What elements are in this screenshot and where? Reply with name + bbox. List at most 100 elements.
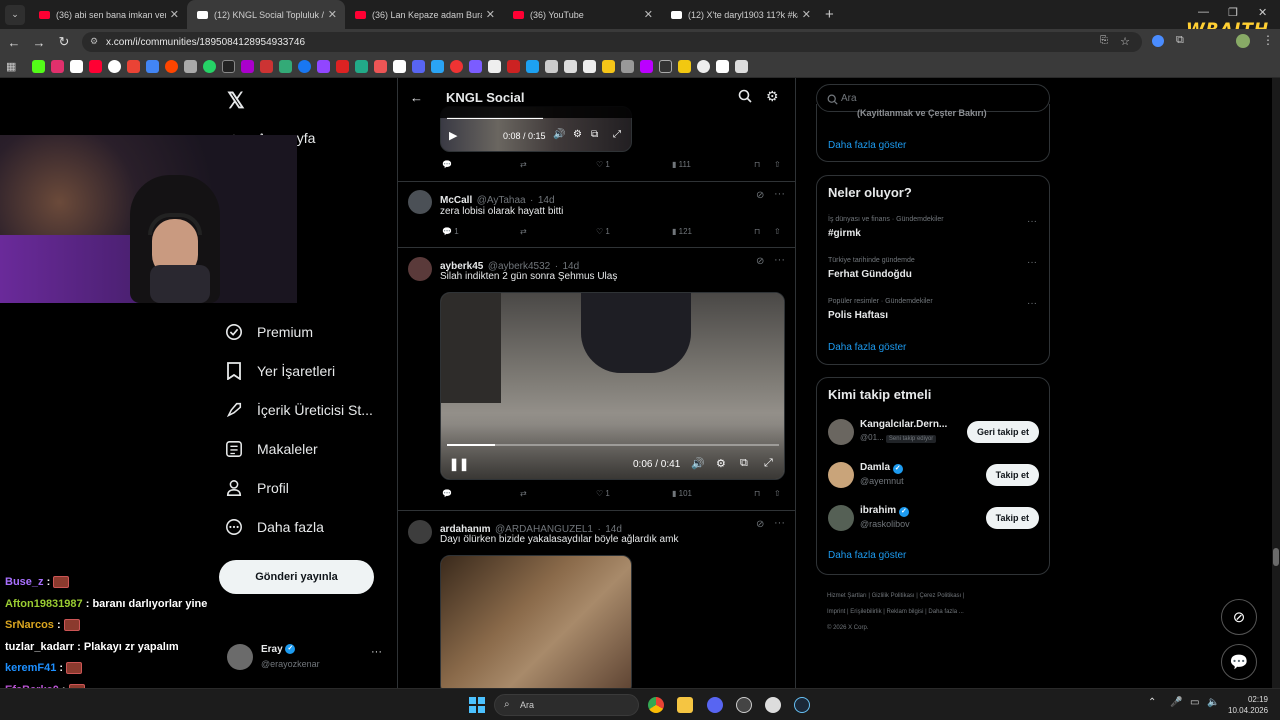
bookmark-site-icon[interactable]: [640, 59, 654, 73]
bookmark-site-icon[interactable]: [602, 59, 616, 73]
page-scrollbar[interactable]: [1272, 78, 1280, 688]
bookmark-site-icon[interactable]: [526, 59, 540, 73]
reply-icon[interactable]: 💬: [442, 160, 452, 169]
tab-close-icon[interactable]: ✕: [644, 8, 653, 21]
like-button[interactable]: ♡ 1: [596, 227, 610, 236]
bookmark-site-icon[interactable]: [488, 59, 502, 73]
views-count[interactable]: ▮ 111: [672, 160, 691, 169]
bookmark-icon[interactable]: ⊓: [754, 160, 760, 169]
site-info-icon[interactable]: ⚙: [90, 36, 98, 47]
bookmark-discord-icon[interactable]: [412, 59, 426, 73]
bookmark-site-icon[interactable]: [469, 59, 483, 73]
share-icon[interactable]: ⇧: [774, 227, 781, 236]
chat-username[interactable]: SrNarcos: [5, 619, 54, 631]
show-more-link[interactable]: Daha fazla göster: [828, 140, 906, 151]
back-arrow-icon[interactable]: ←: [410, 90, 423, 105]
network-icon[interactable]: ▭: [1190, 697, 1199, 708]
trend-more-icon[interactable]: ···: [1027, 298, 1037, 309]
nav-item-more[interactable]: Daha fazla: [223, 517, 324, 537]
fullscreen-icon[interactable]: ⤢: [764, 457, 773, 470]
bookmark-site-icon[interactable]: [241, 59, 255, 73]
bookmark-site-icon[interactable]: [393, 59, 407, 73]
share-icon[interactable]: ⇧: [774, 489, 781, 498]
forward-icon[interactable]: →: [28, 35, 50, 50]
browser-tab[interactable]: (12) KNGL Social Topluluk / ✕: [187, 0, 345, 29]
nav-item-creator-studio[interactable]: İçerik Üreticisi St...: [223, 400, 373, 420]
footer-link[interactable]: Çerez Politikası: [920, 593, 962, 599]
footer-link[interactable]: Daha fazla ...: [928, 609, 963, 615]
bookmark-gmail-icon[interactable]: [127, 59, 141, 73]
minimize-icon[interactable]: —: [1198, 6, 1209, 18]
bookmark-site-icon[interactable]: [507, 59, 521, 73]
bookmark-facebook-icon[interactable]: [298, 59, 312, 73]
post-more-icon[interactable]: ···: [774, 188, 785, 200]
close-window-icon[interactable]: ✕: [1258, 6, 1267, 19]
avatar[interactable]: [408, 190, 432, 214]
bookmark-site-icon[interactable]: [716, 59, 730, 73]
bookmark-site-icon[interactable]: [583, 59, 597, 73]
browser-tab[interactable]: (36) YouTube ✕: [503, 0, 661, 29]
grok-button[interactable]: ⊘: [1221, 599, 1257, 635]
post-image[interactable]: [440, 555, 632, 688]
pause-icon[interactable]: ❚❚: [449, 457, 469, 471]
new-tab-button[interactable]: +: [825, 6, 834, 23]
chat-username[interactable]: Afton19831987: [5, 598, 83, 610]
avatar[interactable]: [408, 257, 432, 281]
bookmark-drive-icon[interactable]: [146, 59, 160, 73]
bookmark-site-icon[interactable]: [336, 59, 350, 73]
search-icon[interactable]: [738, 89, 752, 108]
grok-icon[interactable]: ⊘: [756, 519, 764, 530]
microphone-icon[interactable]: 🎤: [1170, 697, 1182, 708]
video-settings-icon[interactable]: ⚙: [716, 457, 726, 470]
nav-item-premium[interactable]: Premium: [223, 322, 313, 342]
bookmark-site-icon[interactable]: [279, 59, 293, 73]
repost-icon[interactable]: ⇄: [520, 489, 527, 498]
start-menu-icon[interactable]: [469, 697, 485, 713]
bookmark-icon[interactable]: ⊓: [754, 489, 760, 498]
chat-username[interactable]: tuzlar_kadarr: [5, 641, 74, 653]
bookmark-icon[interactable]: ⊓: [754, 227, 760, 236]
video-progress[interactable]: [447, 444, 496, 446]
bookmark-site-icon[interactable]: [184, 59, 198, 73]
x-logo-icon[interactable]: 𝕏: [227, 88, 245, 114]
share-icon[interactable]: ⇧: [774, 160, 781, 169]
follow-back-button[interactable]: Geri takip et: [966, 421, 1039, 443]
pip-icon[interactable]: ⧉: [740, 457, 748, 470]
views-count[interactable]: ▮ 121: [672, 227, 692, 236]
extension-icon[interactable]: [1152, 35, 1164, 47]
tab-close-icon[interactable]: ✕: [328, 8, 337, 21]
clock[interactable]: 02:19 10.04.2026: [1228, 694, 1268, 716]
taskbar-search[interactable]: ⌕ Ara: [494, 694, 639, 716]
grok-icon[interactable]: ⊘: [756, 190, 764, 201]
nav-item-bookmarks[interactable]: Yer İşaretleri: [223, 361, 335, 381]
suggestion-name[interactable]: Kangalcılar.Dern...: [860, 419, 947, 430]
browser-menu-icon[interactable]: ⋮: [1262, 33, 1274, 47]
url-field[interactable]: ⚙ x.com/i/communities/189508412895493374…: [82, 32, 1142, 52]
browser-tab[interactable]: (36) abi sen bana imkan vermiy ✕: [29, 0, 187, 29]
tray-chevron-icon[interactable]: ⌃: [1148, 697, 1156, 708]
bookmark-site-icon[interactable]: [374, 59, 388, 73]
reply-icon[interactable]: 💬: [442, 489, 452, 498]
volume-icon[interactable]: 🔈: [1207, 697, 1219, 708]
tab-close-icon[interactable]: ✕: [486, 8, 495, 21]
bookmark-site-icon[interactable]: [545, 59, 559, 73]
trend-more-icon[interactable]: ···: [1027, 216, 1037, 227]
post-age[interactable]: 14d: [538, 195, 555, 206]
post-more-icon[interactable]: ···: [774, 254, 785, 266]
tab-close-icon[interactable]: ✕: [802, 8, 811, 21]
grok-icon[interactable]: ⊘: [756, 256, 764, 267]
repost-icon[interactable]: ⇄: [520, 160, 527, 169]
bookmark-site-icon[interactable]: [621, 59, 635, 73]
account-more-icon[interactable]: ···: [371, 646, 382, 658]
bookmark-site-icon[interactable]: [260, 59, 274, 73]
suggestion-name[interactable]: Damla: [860, 462, 890, 473]
apps-grid-icon[interactable]: ▦: [6, 60, 16, 73]
footer-link[interactable]: Erişilebilirlik: [850, 609, 881, 615]
like-button[interactable]: ♡ 1: [596, 489, 610, 498]
like-button[interactable]: ♡ 1: [596, 160, 610, 169]
video-player[interactable]: ❚❚ 0:06 / 0:41 🔊 ⚙ ⧉ ⤢: [440, 292, 785, 480]
chat-username[interactable]: Buse_z: [5, 576, 44, 588]
bookmark-kick-icon[interactable]: [32, 59, 46, 73]
avatar[interactable]: [408, 520, 432, 544]
discord-icon[interactable]: [707, 697, 723, 713]
